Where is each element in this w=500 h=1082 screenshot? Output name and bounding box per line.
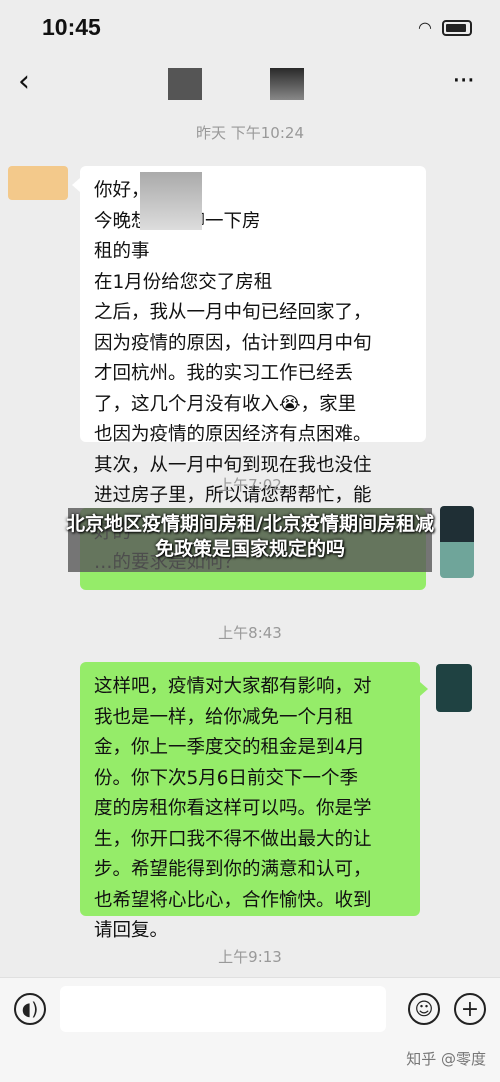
wifi-icon: ◠	[418, 18, 432, 37]
message-input[interactable]	[60, 986, 386, 1032]
bubble-tail	[72, 178, 80, 192]
status-bar: 10:45 ◠	[0, 0, 500, 56]
message-line: 之后，我从一月中旬已经回家了，	[94, 302, 372, 323]
message-line: 请回复。	[94, 920, 169, 941]
plus-icon[interactable]: +	[454, 993, 486, 1025]
message-line: 金，你上一季度交的租金是到4月	[94, 737, 365, 758]
timestamp: 上午9:13	[218, 948, 282, 966]
message-line: 才回杭州。我的实习工作已经丢	[94, 363, 354, 384]
blurred-region	[140, 172, 202, 230]
message-line: 生，你开口我不得不做出最大的让	[94, 828, 372, 850]
my-avatar[interactable]	[436, 664, 472, 712]
message-line: 份。你下次5月6日前交下一个季	[94, 767, 359, 789]
message-line: 也因为疫情的原因经济有点困难。	[94, 424, 372, 445]
message-line: 了，这几个月没有收入😭，家里	[94, 393, 357, 415]
other-avatar[interactable]	[8, 166, 68, 200]
timestamp: 昨天 下午10:24	[196, 124, 304, 142]
bubble-tail	[420, 682, 428, 696]
message-bubble-other[interactable]: 你好，今晚想跟你聊一下房租的事在1月份给您交了房租之后，我从一月中旬已经回家了，…	[80, 166, 426, 537]
chat-header: ‹ ···	[0, 56, 500, 106]
caption-text: 北京地区疫情期间房租/北京疫情期间房租减免政策是国家规定的吗	[66, 513, 434, 560]
message-line: 我也是一样，给你减免一个月租	[94, 706, 354, 728]
message-line: 度的房租你看这样可以吗。你是学	[94, 798, 372, 819]
message-line: 这样吧，疫情对大家都有影响，对	[94, 676, 372, 697]
status-icons: ◠	[418, 18, 472, 37]
back-arrow-icon[interactable]: ‹	[18, 64, 30, 99]
message-text: 这样吧，疫情对大家都有影响，对 我也是一样，给你减免一个月租 金，你上一季度交的租金…	[94, 672, 406, 947]
message-bubble-me[interactable]: 这样吧，疫情对大家都有影响，对 我也是一样，给你减免一个月租 金，你上一季度交的租金…	[80, 662, 420, 941]
contact-avatar-blurred	[168, 68, 202, 100]
timestamp: 上午7:02	[218, 476, 282, 494]
battery-icon	[442, 19, 472, 36]
message-line: 也希望将心比心，合作愉快。收到	[94, 889, 372, 911]
my-avatar[interactable]	[440, 506, 474, 578]
message-line: 租的事	[94, 241, 150, 262]
voice-icon[interactable]: ◖)	[14, 993, 46, 1025]
timestamp: 上午8:43	[218, 624, 282, 642]
more-icon[interactable]: ···	[452, 66, 475, 96]
status-time: 10:45	[42, 14, 101, 40]
message-line: 步。希望能得到你的满意和认可，	[94, 859, 372, 880]
message-line: 因为疫情的原因，估计到四月中旬	[94, 332, 372, 354]
emoji-icon[interactable]: ☺	[408, 993, 440, 1025]
contact-name-blurred	[270, 68, 304, 100]
watermark: 知乎 @零度	[406, 1050, 486, 1068]
message-line: 在1月份给您交了房租	[94, 271, 273, 293]
